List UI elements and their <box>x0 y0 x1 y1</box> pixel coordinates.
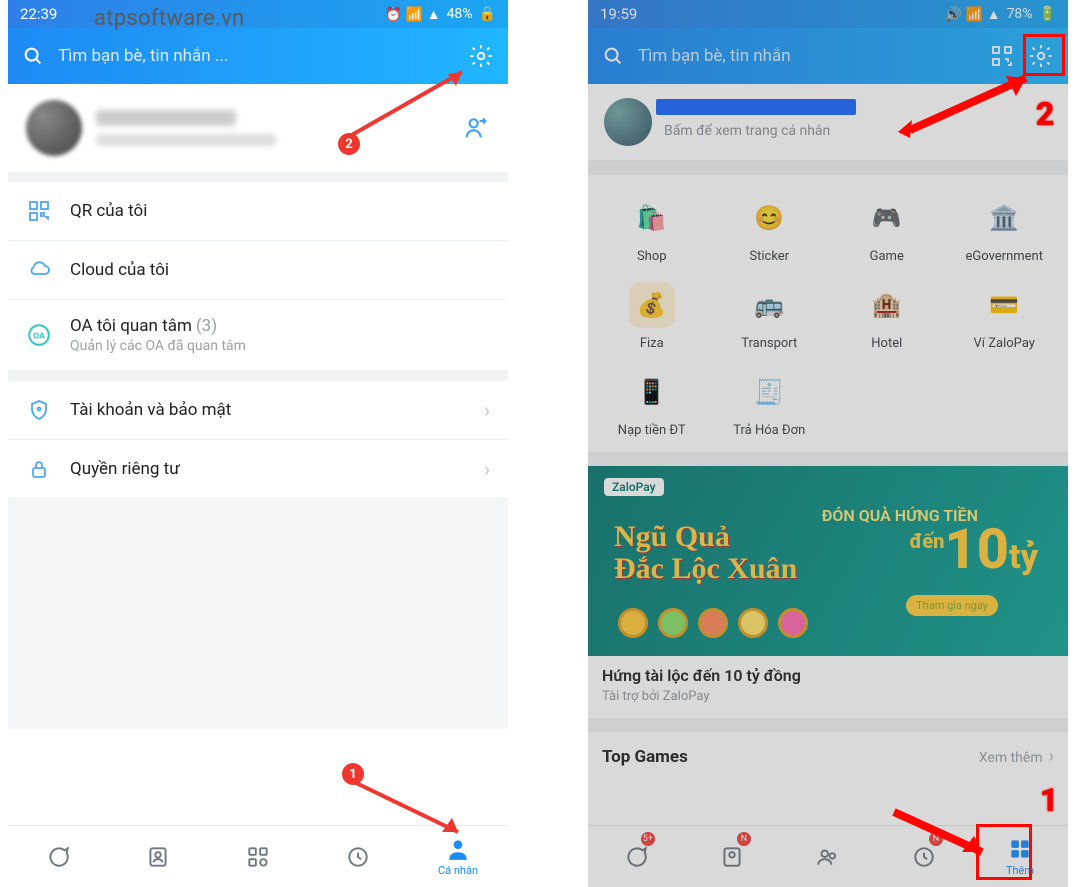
top-games-title: Top Games <box>602 747 688 767</box>
status-time: 19:59 <box>600 5 637 23</box>
status-icons: 🔊 📶 ▲ 78% 🔋 <box>945 6 1056 23</box>
grid-item-zalopay[interactable]: 💳Ví ZaloPay <box>947 276 1063 357</box>
tab-discover[interactable] <box>208 826 308 887</box>
banner-coins-decor <box>618 608 808 638</box>
grid-item-fiza[interactable]: 💰Fiza <box>594 276 710 357</box>
divider <box>588 161 1068 175</box>
qr-icon <box>26 198 52 224</box>
banner-line1: Ngũ Quả <box>614 520 730 554</box>
annotation-arrow-to-gear <box>342 64 482 144</box>
annotation-box-gear <box>1023 34 1065 76</box>
menu-item-qr[interactable]: QR của tôi <box>8 182 508 241</box>
search-icon[interactable] <box>22 45 44 67</box>
menu-item-privacy[interactable]: Quyền riêng tư › <box>8 440 508 499</box>
badge-icon: 5+ <box>641 832 655 846</box>
lock-icon <box>26 456 52 482</box>
divider <box>8 172 508 182</box>
annotation-marker-2: 2 <box>338 133 360 155</box>
menu-item-account[interactable]: Tài khoản và bảo mật › <box>8 381 508 440</box>
grid-item-transport[interactable]: 🚌Transport <box>712 276 828 357</box>
see-more-label: Xem thêm <box>979 750 1043 766</box>
menu-label: Tài khoản và bảo mật <box>70 400 466 420</box>
tab-messages[interactable]: 5+ <box>588 826 684 887</box>
banner-brand: ZaloPay <box>604 478 664 496</box>
promo-caption: Hứng tài lộc đến 10 tỷ đồng Tài trợ bởi … <box>588 656 1068 718</box>
menu-item-oa[interactable]: OA OA tôi quan tâm (3) Quản lý các OA đã… <box>8 300 508 371</box>
annotation-marker-1: 1 <box>1032 778 1066 822</box>
oa-count: (3) <box>196 316 217 336</box>
qr-scan-icon[interactable] <box>990 44 1014 68</box>
cloud-icon <box>26 257 52 283</box>
annotation-marker-2: 2 <box>1028 92 1062 136</box>
name-redacted-bar <box>656 99 856 115</box>
phone-left-personal-tab: atpsoftware.vn 22:39 ⏰ 📶 ▲ 48% 🔒 Tìm bạn… <box>8 0 508 887</box>
badge-icon: N <box>737 832 751 846</box>
grid-item-topup[interactable]: 📱Nạp tiền ĐT <box>594 363 710 444</box>
watermark-text: atpsoftware.vn <box>94 6 245 31</box>
profile-name-blur <box>96 110 236 126</box>
phone-right-more-tab: 19:59 🔊 📶 ▲ 78% 🔋 Tìm bạn bè, tin nhắn B… <box>588 0 1068 887</box>
search-placeholder[interactable]: Tìm bạn bè, tin nhắn ... <box>58 46 454 66</box>
menu-label: QR của tôi <box>70 201 490 221</box>
annotation-marker-1: 1 <box>342 763 364 785</box>
banner-line2: Đắc Lộc Xuân <box>614 552 797 586</box>
promo-sub: Tài trợ bởi ZaloPay <box>602 689 1054 704</box>
chevron-right-icon: › <box>484 398 490 422</box>
tab-contacts[interactable]: N <box>684 826 780 887</box>
menu-label: Cloud của tôi <box>70 260 490 280</box>
profile-sub-blur <box>96 134 276 146</box>
status-time: 22:39 <box>20 5 57 23</box>
annotation-arrow-to-gear <box>898 72 1038 142</box>
status-bar: 19:59 🔊 📶 ▲ 78% 🔋 <box>588 0 1068 28</box>
menu-label: Quyền riêng tư <box>70 459 466 479</box>
menu-label: OA tôi quan tâm <box>70 316 192 336</box>
status-bar: 22:39 ⏰ 📶 ▲ 48% 🔒 <box>8 0 508 28</box>
promo-title: Hứng tài lộc đến 10 tỷ đồng <box>602 666 1054 685</box>
avatar-icon <box>26 100 82 156</box>
grid-item-hotel[interactable]: 🏨Hotel <box>829 276 945 357</box>
chevron-right-icon: › <box>1049 746 1054 767</box>
tab-label: Cá nhân <box>438 864 478 877</box>
divider <box>588 718 1068 732</box>
avatar-icon <box>604 98 652 146</box>
services-grid: 🛍️Shop 😊Sticker 🎮Game 🏛️eGovernment 💰Fiz… <box>588 175 1068 452</box>
grid-item-sticker[interactable]: 😊Sticker <box>712 189 828 270</box>
empty-area <box>8 499 508 729</box>
promo-banner[interactable]: ZaloPay Ngũ Quả Đắc Lộc Xuân ĐÓN QUÀ HỨN… <box>588 466 1068 656</box>
chevron-right-icon: › <box>484 457 490 481</box>
banner-amount: đến10tỷ <box>910 516 1038 582</box>
svg-text:OA: OA <box>33 331 45 341</box>
oa-badge-icon: OA <box>26 322 52 348</box>
tab-messages[interactable] <box>8 826 108 887</box>
divider <box>588 452 1068 466</box>
grid-item-egov[interactable]: 🏛️eGovernment <box>947 189 1063 270</box>
grid-item-game[interactable]: 🎮Game <box>829 189 945 270</box>
search-icon[interactable] <box>602 45 624 67</box>
grid-item-bill[interactable]: 🧾Trả Hóa Đơn <box>712 363 828 444</box>
menu-sublabel: Quản lý các OA đã quan tâm <box>70 338 490 354</box>
banner-cta[interactable]: Tham gia ngay <box>906 595 998 616</box>
tab-contacts[interactable] <box>108 826 208 887</box>
annotation-arrow-to-tab <box>348 776 478 846</box>
top-games-row[interactable]: Top Games Xem thêm › <box>588 732 1068 773</box>
shield-icon <box>26 397 52 423</box>
menu-item-cloud[interactable]: Cloud của tôi <box>8 241 508 300</box>
divider <box>8 371 508 381</box>
status-icons: ⏰ 📶 ▲ 48% 🔒 <box>385 6 496 23</box>
annotation-arrow-to-more <box>888 806 998 866</box>
search-placeholder[interactable]: Tìm bạn bè, tin nhắn <box>638 46 976 66</box>
grid-item-shop[interactable]: 🛍️Shop <box>594 189 710 270</box>
tab-groups[interactable] <box>780 826 876 887</box>
